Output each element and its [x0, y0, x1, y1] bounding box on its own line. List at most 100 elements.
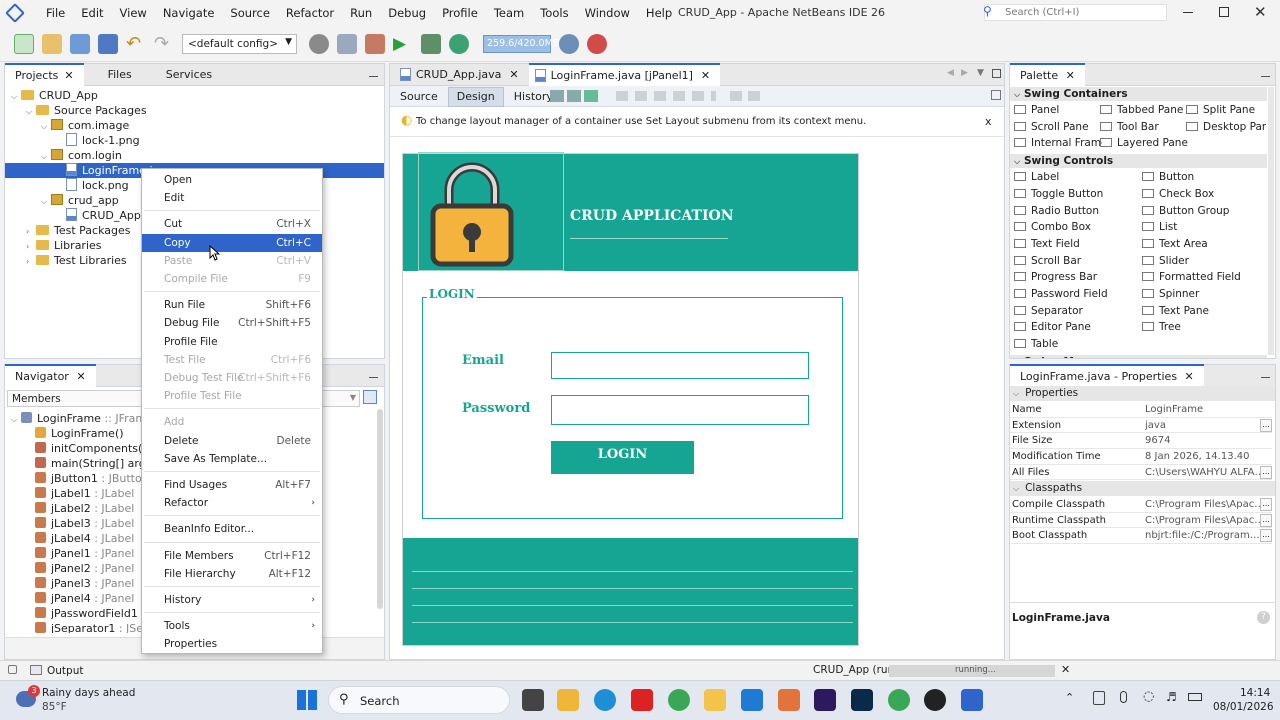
palette-item-editor-pane[interactable]: Editor Pane: [1014, 320, 1142, 334]
app-l-icon[interactable]: [631, 689, 653, 711]
run-icon[interactable]: ▶: [393, 34, 413, 54]
palette-item-table[interactable]: Table: [1014, 337, 1142, 351]
navigator-item[interactable]: main(String[] args): [5, 456, 156, 471]
palette-item-button[interactable]: Button: [1142, 170, 1267, 184]
chevron-right-icon[interactable]: ›: [26, 254, 36, 269]
editor-tab[interactable]: LoginFrame.java [jPanel1] ✕: [528, 63, 721, 87]
navigator-settings-icon[interactable]: [363, 390, 377, 404]
folder-icon[interactable]: [704, 689, 726, 711]
palette-item-internal-frame[interactable]: Internal Frame: [1014, 136, 1102, 150]
palette-item-text-field[interactable]: Text Field: [1014, 237, 1142, 251]
close-icon[interactable]: ✕: [1185, 370, 1194, 383]
context-menu-item-properties[interactable]: Properties: [142, 635, 322, 653]
palette-item-radio-button[interactable]: Radio Button: [1014, 204, 1142, 218]
close-icon[interactable]: ✕: [509, 68, 518, 81]
undo-icon[interactable]: ↶: [126, 33, 146, 54]
palette-item-combo-box[interactable]: Combo Box: [1014, 220, 1142, 234]
minimize-panel-icon[interactable]: [1261, 76, 1270, 77]
weather-title[interactable]: Rainy days ahead: [42, 687, 135, 699]
close-icon[interactable]: ✕: [1066, 69, 1075, 82]
chevron-down-icon[interactable]: ⌵: [41, 194, 51, 209]
clock-time[interactable]: 14:14: [1240, 687, 1270, 699]
chevron-right-icon[interactable]: ›: [26, 224, 36, 239]
menu-window[interactable]: Window: [577, 0, 638, 26]
palette-item-tabbed-pane[interactable]: Tabbed Pane: [1100, 103, 1188, 117]
vscode-icon[interactable]: [741, 689, 763, 711]
menu-run[interactable]: Run: [342, 0, 380, 26]
navigator-item[interactable]: jPanel2 : JPanel: [5, 561, 134, 576]
palette-item-panel[interactable]: Panel: [1014, 103, 1102, 117]
palette-scrollbar[interactable]: [1268, 87, 1274, 355]
profiler-snapshot-icon[interactable]: [587, 33, 607, 54]
navigator-item[interactable]: jSeparator1 : JSep: [5, 621, 150, 633]
navigator-item[interactable]: jLabel1 : JLabel: [5, 486, 134, 501]
view-source-button[interactable]: Source: [392, 88, 446, 106]
chevron-down-icon[interactable]: ⌵: [11, 412, 21, 427]
property-edit-button[interactable]: ...: [1260, 529, 1272, 543]
menu-team[interactable]: Team: [486, 0, 532, 26]
property-row[interactable]: Name LoginFrame: [1010, 402, 1272, 418]
palette-item-separator[interactable]: Separator: [1014, 304, 1142, 318]
menu-edit[interactable]: Edit: [73, 0, 111, 26]
output-tab-label[interactable]: Output: [47, 665, 83, 677]
tab-scroll-right-icon[interactable]: ▶: [961, 68, 968, 78]
navigator-item[interactable]: jLabel3 : JLabel: [5, 516, 134, 531]
app-orange-icon[interactable]: [778, 689, 800, 711]
palette-item-button-group[interactable]: Button Group: [1142, 204, 1267, 218]
menu-help[interactable]: Help: [638, 0, 680, 26]
navigator-scrollbar[interactable]: [377, 409, 383, 609]
property-row[interactable]: File Size 9674: [1010, 433, 1272, 449]
navigator-item[interactable]: jPanel4 : JPanel: [5, 591, 134, 606]
tree-item[interactable]: ⌵ com.login: [5, 148, 384, 163]
chevron-down-icon[interactable]: ⌵: [41, 119, 51, 134]
property-edit-button[interactable]: ...: [1260, 513, 1272, 527]
context-menu-item-run-file[interactable]: Run File Shift+F6: [142, 296, 322, 314]
tab-properties[interactable]: LoginFrame.java - Properties ✕: [1010, 363, 1204, 388]
debug-icon[interactable]: [421, 33, 441, 54]
context-menu-item-debug-file[interactable]: Debug File Ctrl+Shift+F5: [142, 314, 322, 332]
tab-palette[interactable]: Palette ✕: [1010, 62, 1085, 87]
context-menu-item-cut[interactable]: Cut Ctrl+X: [142, 215, 322, 233]
tree-item[interactable]: lock-1.png: [5, 133, 384, 148]
gc-icon[interactable]: [559, 33, 579, 54]
edge-icon[interactable]: [594, 689, 616, 711]
start-button-icon[interactable]: [297, 690, 317, 710]
palette-item-formatted-field[interactable]: Formatted Field: [1142, 270, 1267, 284]
file-explorer-icon[interactable]: [557, 689, 579, 711]
navigator-item[interactable]: jLabel4 : JLabel: [5, 531, 134, 546]
grid-toggle-icon[interactable]: [991, 90, 1001, 100]
maximize-editor-icon[interactable]: [992, 69, 1001, 78]
menu-file[interactable]: File: [38, 0, 73, 26]
github-icon[interactable]: [924, 689, 946, 711]
minimize-panel-icon[interactable]: [369, 377, 378, 378]
context-menu-item-delete[interactable]: Delete Delete: [142, 432, 322, 450]
header-panel[interactable]: CRUD APPLICATION: [403, 152, 858, 271]
tray-app-icon[interactable]: [1093, 691, 1105, 705]
context-menu-item-beaninfo-editor[interactable]: BeanInfo Editor...: [142, 520, 322, 538]
close-icon[interactable]: ✕: [701, 69, 710, 82]
chrome-profile-icon[interactable]: [888, 689, 910, 711]
navigator-item[interactable]: jLabel2 : JLabel: [5, 501, 134, 516]
chevron-down-icon[interactable]: ⌵: [26, 104, 36, 119]
context-menu-item-file-hierarchy[interactable]: File Hierarchy Alt+F12: [142, 565, 322, 583]
redo-icon[interactable]: ↷: [154, 33, 174, 54]
tree-item[interactable]: ⌵ CRUD_App: [5, 88, 384, 103]
property-edit-button[interactable]: ...: [1260, 465, 1272, 479]
context-menu-item-history[interactable]: History ›: [142, 591, 322, 609]
view-design-button[interactable]: Design: [447, 86, 504, 107]
context-menu-item-refactor[interactable]: Refactor ›: [142, 494, 322, 512]
menu-debug[interactable]: Debug: [380, 0, 434, 26]
palette-item-tree[interactable]: Tree: [1142, 320, 1267, 334]
palette-item-desktop-pane[interactable]: Desktop Pane: [1186, 120, 1266, 134]
microphone-icon[interactable]: [1120, 691, 1127, 703]
tray-chevron-up-icon[interactable]: ⌃: [1065, 691, 1074, 704]
menu-refactor[interactable]: Refactor: [278, 0, 342, 26]
tab-scroll-left-icon[interactable]: ◀: [947, 68, 954, 78]
palette-item-layered-pane[interactable]: Layered Pane: [1100, 136, 1188, 150]
property-row[interactable]: All Files C:\Users\WAHYU ALFAR......: [1010, 465, 1272, 481]
palette-item-split-pane[interactable]: Split Pane: [1186, 103, 1266, 117]
navigator-item[interactable]: jPanel3 : JPanel: [5, 576, 134, 591]
close-window-button[interactable]: ✕: [1254, 3, 1267, 21]
palette-item-label[interactable]: Label: [1014, 170, 1142, 184]
help-icon[interactable]: ?: [1257, 611, 1270, 624]
